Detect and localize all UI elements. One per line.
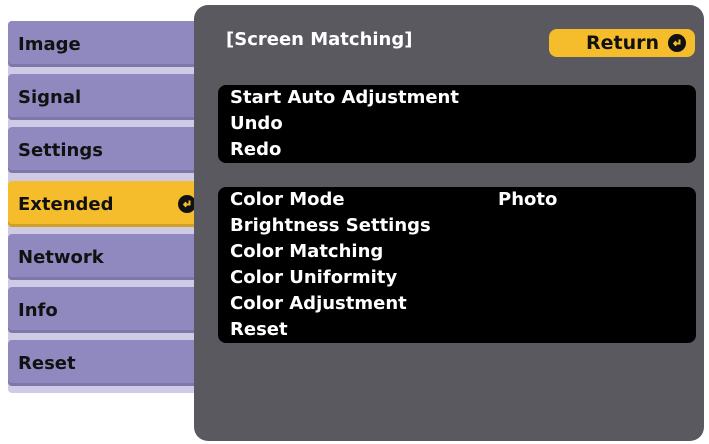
sidebar-item-label: Settings	[18, 139, 103, 161]
sidebar-item-label: Network	[18, 246, 104, 268]
auto-adjustment-group: Start Auto Adjustment Undo Redo	[218, 85, 696, 163]
sidebar-item-label: Signal	[18, 86, 82, 108]
menu-item-label: Reset	[230, 319, 288, 340]
enter-icon	[668, 34, 686, 52]
menu-item-label: Color Uniformity	[230, 267, 398, 288]
menu-item-label: Brightness Settings	[230, 215, 431, 236]
sidebar-item-label: Reset	[18, 352, 76, 374]
return-button-label: Return	[585, 32, 659, 54]
sidebar-item-signal[interactable]: Signal	[8, 74, 204, 120]
menu-item-label: Start Auto Adjustment	[230, 87, 459, 108]
menu-item-label: Color Adjustment	[230, 293, 407, 314]
menu-item-start-auto-adjustment[interactable]: Start Auto Adjustment	[218, 85, 696, 111]
menu-item-label: Color Mode	[230, 189, 345, 210]
sidebar-item-extended[interactable]: Extended	[8, 181, 204, 227]
menu-item-color-adjustment[interactable]: Color Adjustment	[218, 291, 696, 317]
menu-item-label: Undo	[230, 113, 283, 134]
menu-item-undo[interactable]: Undo	[218, 111, 696, 137]
sidebar: Image Signal Settings Extended Network I…	[8, 21, 206, 393]
menu-item-reset[interactable]: Reset	[218, 317, 696, 343]
page-title: [Screen Matching]	[226, 29, 413, 50]
color-settings-group: Color Mode Photo Brightness Settings Col…	[218, 187, 696, 343]
sidebar-item-settings[interactable]: Settings	[8, 127, 204, 173]
sidebar-item-label: Info	[18, 299, 58, 321]
sidebar-item-label: Image	[18, 33, 81, 55]
sidebar-item-image[interactable]: Image	[8, 21, 204, 67]
return-button[interactable]: Return	[549, 29, 695, 57]
menu-item-brightness-settings[interactable]: Brightness Settings	[218, 213, 696, 239]
menu-item-label: Redo	[230, 139, 282, 160]
menu-item-color-mode[interactable]: Color Mode Photo	[218, 187, 696, 213]
menu-item-color-matching[interactable]: Color Matching	[218, 239, 696, 265]
main-panel: [Screen Matching] Return Start Auto Adju…	[194, 5, 704, 441]
projector-menu: Image Signal Settings Extended Network I…	[8, 5, 704, 441]
sidebar-item-info[interactable]: Info	[8, 287, 204, 333]
sidebar-item-network[interactable]: Network	[8, 234, 204, 280]
menu-item-label: Color Matching	[230, 241, 384, 262]
sidebar-item-label: Extended	[18, 193, 114, 215]
menu-item-color-uniformity[interactable]: Color Uniformity	[218, 265, 696, 291]
menu-item-redo[interactable]: Redo	[218, 137, 696, 163]
color-mode-value: Photo	[498, 189, 558, 210]
sidebar-item-reset[interactable]: Reset	[8, 340, 204, 386]
